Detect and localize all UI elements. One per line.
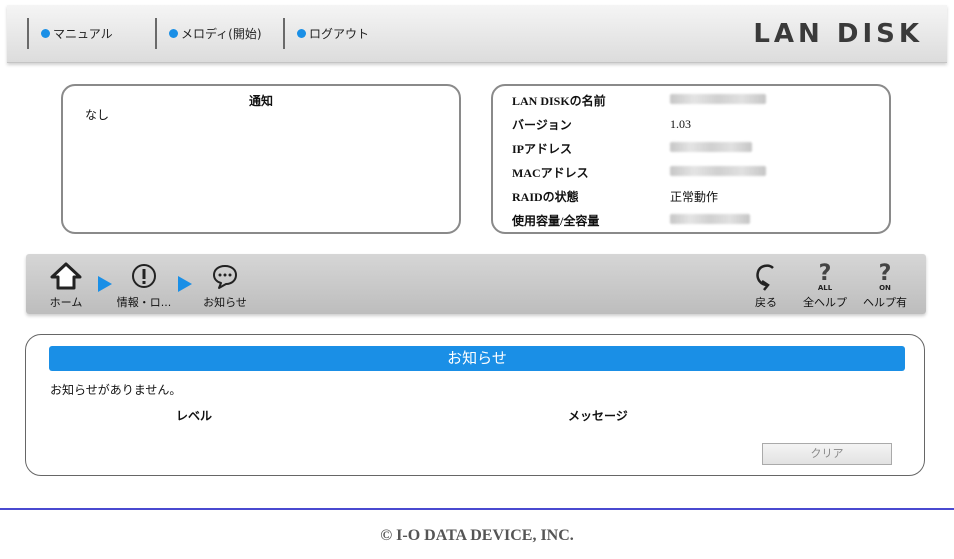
back-icon <box>748 260 784 292</box>
notice-panel: 通知 なし <box>61 84 461 234</box>
info-value-redacted <box>670 213 750 228</box>
top-header: マニュアル メロディ(開始) ログアウト LAN DISK <box>7 5 947 63</box>
info-value-redacted <box>670 93 766 108</box>
clear-button[interactable]: クリア <box>762 443 892 465</box>
info-key: RAIDの状態 <box>512 189 579 204</box>
home-label: ホーム <box>49 296 83 309</box>
notifications-title: お知らせ <box>49 346 905 371</box>
lan-disk-logo: LAN DISK <box>753 19 923 49</box>
info-key: LAN DISKの名前 <box>512 93 606 108</box>
nav-toolbar: ホーム 情報・ロ... お知らせ 戻る ? ALL 全ヘルプ ? ON ヘルプ有 <box>26 254 926 314</box>
svg-text:?: ? <box>819 261 832 286</box>
footer-divider <box>0 508 954 510</box>
column-header-message: メッセージ <box>568 409 628 423</box>
bullet-icon <box>41 29 50 38</box>
help-on-label: ヘルプ有 <box>863 296 907 309</box>
device-info-panel: LAN DISKの名前 バージョン 1.03 IPアドレス MACアドレス RA… <box>491 84 891 234</box>
column-header-level: レベル <box>176 409 213 423</box>
info-alert-icon <box>112 260 176 292</box>
info-log-label: 情報・ロ... <box>116 296 172 309</box>
breadcrumb-arrow-icon <box>178 276 192 292</box>
copyright: © I-O DATA DEVICE, INC. <box>380 527 574 544</box>
bullet-icon <box>169 29 178 38</box>
melody-start-link[interactable]: メロディ(開始) <box>155 18 262 49</box>
info-row-capacity: 使用容量/全容量 <box>512 210 750 230</box>
no-notifications-message: お知らせがありません。 <box>50 383 182 397</box>
info-key: MACアドレス <box>512 165 589 180</box>
notifications-panel: お知らせ お知らせがありません。 レベル メッセージ クリア <box>25 334 925 476</box>
notifications-label: お知らせ <box>203 296 247 309</box>
manual-link-label: マニュアル <box>53 27 113 41</box>
breadcrumb-arrow-icon <box>98 276 112 292</box>
help-on-button[interactable]: ? ON ヘルプ有 <box>860 260 910 310</box>
info-row-raid: RAIDの状態 正常動作 <box>512 186 718 206</box>
info-key: IPアドレス <box>512 141 573 156</box>
logout-link[interactable]: ログアウト <box>283 18 369 49</box>
info-row-name: LAN DISKの名前 <box>512 90 766 110</box>
notifications-button[interactable]: お知らせ <box>198 260 252 310</box>
info-row-mac: MACアドレス <box>512 162 766 182</box>
melody-link-label: メロディ(開始) <box>181 27 262 41</box>
bullet-icon <box>297 29 306 38</box>
info-row-ip: IPアドレス <box>512 138 752 158</box>
info-value: 正常動作 <box>670 189 719 204</box>
back-label: 戻る <box>755 296 777 309</box>
logout-link-label: ログアウト <box>309 27 370 41</box>
chat-bubble-icon <box>198 260 252 292</box>
help-on-sub: ON <box>879 284 891 292</box>
help-all-icon: ? ALL <box>800 260 850 292</box>
info-row-version: バージョン 1.03 <box>512 114 691 134</box>
info-log-button[interactable]: 情報・ロ... <box>112 260 176 310</box>
manual-link[interactable]: マニュアル <box>27 18 113 49</box>
info-key: 使用容量/全容量 <box>512 213 600 228</box>
home-icon <box>44 260 88 292</box>
notice-body: なし <box>85 108 110 122</box>
svg-text:?: ? <box>879 261 892 286</box>
all-help-button[interactable]: ? ALL 全ヘルプ <box>800 260 850 310</box>
info-value-redacted <box>670 165 766 180</box>
all-help-label: 全ヘルプ <box>803 296 847 309</box>
help-all-sub: ALL <box>818 284 833 292</box>
help-on-icon: ? ON <box>860 260 910 292</box>
info-value-redacted <box>670 141 752 156</box>
info-key: バージョン <box>512 117 572 132</box>
info-value: 1.03 <box>670 116 691 131</box>
back-button[interactable]: 戻る <box>748 260 784 310</box>
home-button[interactable]: ホーム <box>44 260 88 310</box>
notice-title: 通知 <box>248 94 273 108</box>
